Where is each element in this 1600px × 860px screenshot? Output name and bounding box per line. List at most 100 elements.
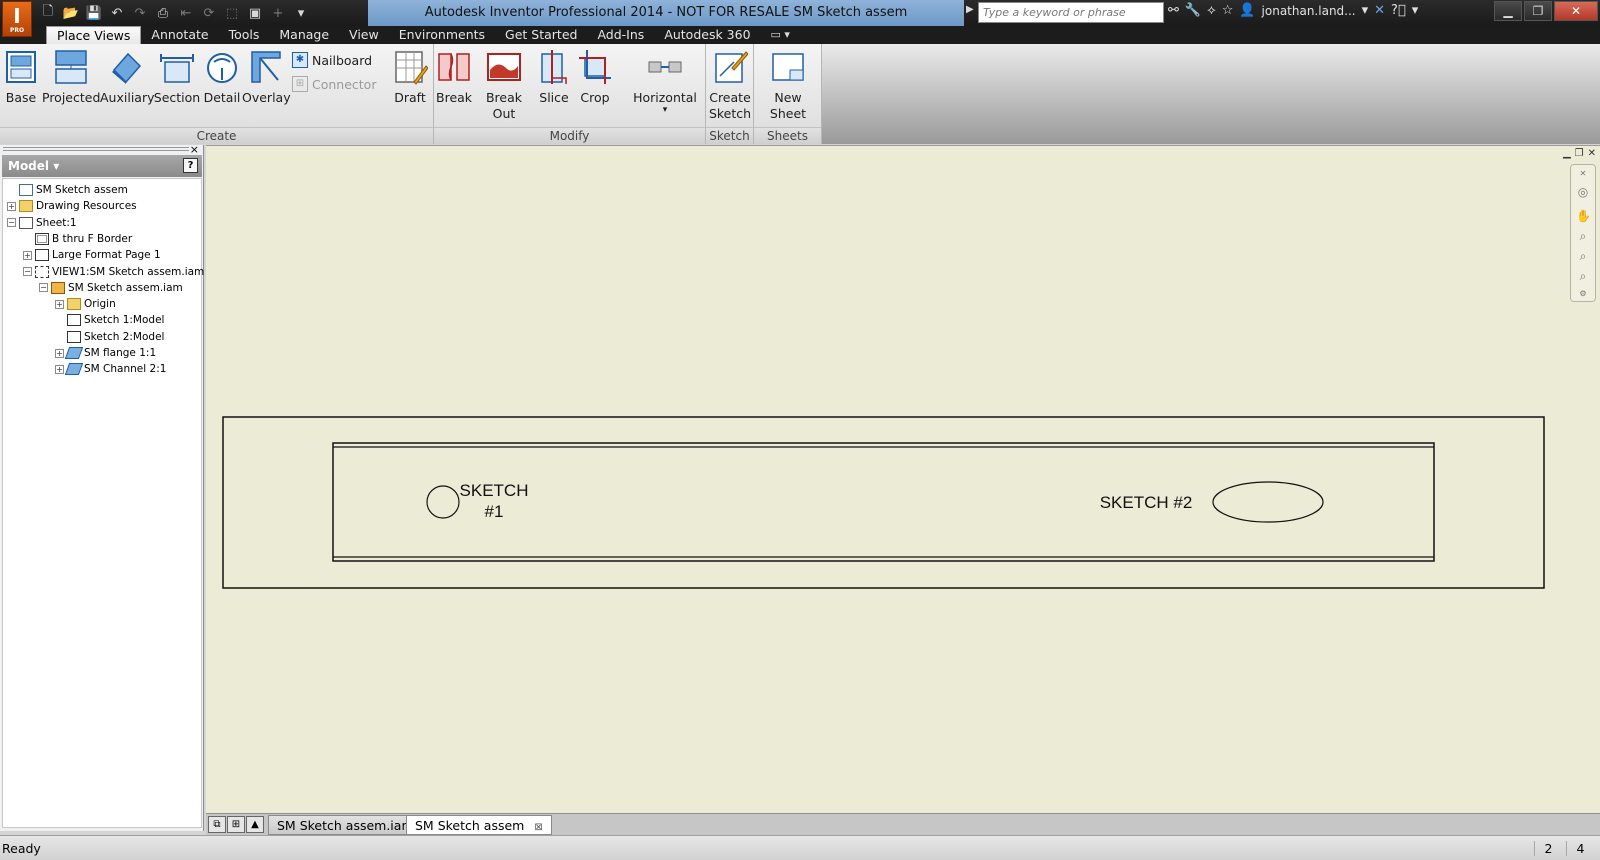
new-icon[interactable]: 🗋 (38, 3, 58, 23)
search-input[interactable]: Type a keyword or phrase (978, 2, 1164, 23)
cascade-windows-icon[interactable]: ⧉ (208, 816, 226, 833)
new-sheet-label: New Sheet (769, 90, 807, 121)
slice-button[interactable]: Slice (536, 46, 572, 126)
app-logo-edition: PRO (9, 27, 25, 34)
user-name[interactable]: jonathan.land... (1262, 4, 1356, 18)
tree-expander-icon[interactable]: + (7, 201, 16, 211)
redo-icon[interactable]: ↷ (130, 3, 150, 23)
doc-tab-drawing[interactable]: SM Sketch assem ⊠ (406, 815, 552, 835)
tree-expander-icon[interactable]: − (7, 218, 16, 228)
tree-item[interactable]: + SM flange 1:1 (55, 345, 156, 361)
browser-help-icon[interactable]: ? (183, 158, 198, 173)
tree-expander-icon[interactable]: − (23, 267, 32, 276)
tab-get-started[interactable]: Get Started (495, 26, 587, 44)
crop-button[interactable]: Crop (576, 46, 614, 126)
tab-tools[interactable]: Tools (219, 26, 270, 44)
tab-place-views[interactable]: Place Views (46, 26, 142, 44)
help-caret-icon[interactable]: ▾ (1412, 3, 1419, 18)
appearance-icon[interactable]: ▣ (245, 3, 265, 23)
restore-button[interactable]: ❐ (1524, 1, 1552, 21)
border-icon (35, 232, 49, 245)
overlay-view-button[interactable]: Overlay (242, 46, 291, 126)
browser-drag-grip[interactable] (3, 147, 189, 151)
auxiliary-view-icon (112, 52, 142, 84)
panel-sheets-title: Sheets (754, 127, 821, 144)
tree-item[interactable]: − Sheet:1 (7, 215, 77, 231)
new-sheet-button[interactable]: New Sheet (756, 46, 820, 126)
tile-windows-icon[interactable]: ⊞ (227, 816, 245, 833)
search-expand-icon[interactable]: ▶ (966, 4, 974, 15)
doc-tab-close-icon[interactable]: ⊠ (534, 822, 542, 833)
exchange-x-icon[interactable]: ✕ (1374, 3, 1385, 18)
add-icon[interactable]: + (268, 3, 288, 23)
tree-item[interactable]: + Drawing Resources (7, 198, 137, 214)
quick-access-toolbar: 🗋 📂 💾 ↶ ↷ ⎙ ⇤ ⟳ ⬚ ▣ + ▾ (38, 3, 311, 23)
tree-item[interactable]: Sketch 2:Model (55, 329, 164, 345)
undo-icon[interactable]: ↶ (107, 3, 127, 23)
break-out-button[interactable]: Break Out (474, 46, 534, 126)
select-icon[interactable]: ⬚ (222, 3, 242, 23)
tree-item[interactable]: SM Sketch assem (7, 182, 128, 198)
connector-button[interactable]: ⊞ Connector (292, 74, 376, 94)
tree-item[interactable]: Sketch 1:Model (55, 312, 164, 328)
doc-tab-drawing-label: SM Sketch assem (415, 818, 525, 833)
create-sketch-button[interactable]: Create Sketch (708, 46, 752, 126)
open-icon[interactable]: 📂 (61, 3, 81, 23)
tree-item-label: Sketch 1:Model (84, 314, 165, 327)
horizontal-align-button[interactable]: Horizontal ▾ (632, 46, 698, 126)
customize-qat-icon[interactable]: ▾ (291, 3, 311, 23)
tab-manage[interactable]: Manage (269, 26, 339, 44)
minimize-button[interactable]: ▁ (1494, 1, 1522, 21)
tree-expander-icon[interactable]: + (55, 299, 64, 309)
return-icon[interactable]: ⇤ (176, 3, 196, 23)
create-sketch-label-line1: Create (709, 90, 751, 105)
tree-item[interactable]: − SM Sketch assem.iam (39, 280, 183, 296)
detail-view-button[interactable]: Detail (202, 46, 242, 126)
browser-header[interactable]: Model ▾ ? (2, 155, 202, 177)
favorites-star-icon[interactable]: ☆ (1222, 3, 1234, 18)
tab-view[interactable]: View (339, 26, 389, 44)
ribbon-display-toggle[interactable]: ▭ ▾ (761, 26, 800, 44)
tab-annotate[interactable]: Annotate (141, 26, 218, 44)
nailboard-label: Nailboard (312, 52, 373, 68)
user-icon[interactable]: 👤 (1239, 3, 1255, 18)
binoculars-icon[interactable]: ⚯ (1168, 3, 1179, 18)
tree-expander-icon[interactable]: + (55, 364, 64, 374)
tree-item-label: Origin (84, 298, 116, 311)
print-icon[interactable]: ⎙ (153, 3, 173, 23)
status-text: Ready (2, 841, 41, 856)
section-view-button[interactable]: Section (152, 46, 202, 126)
draft-button[interactable]: Draft (388, 46, 432, 126)
save-icon[interactable]: 💾 (84, 3, 104, 23)
help-icon[interactable]: ?⃝ (1391, 3, 1406, 18)
tree-expander-icon[interactable]: − (39, 283, 48, 293)
update-icon[interactable]: ⟳ (199, 3, 219, 23)
close-window-button[interactable]: ✕ (1554, 1, 1598, 21)
projected-view-button[interactable]: Projected (42, 46, 100, 126)
tab-autodesk-360[interactable]: Autodesk 360 (654, 26, 760, 44)
folder-icon (19, 200, 33, 213)
base-view-button[interactable]: Base (2, 46, 40, 126)
break-button[interactable]: Break (436, 46, 472, 126)
tab-add-ins[interactable]: Add-Ins (587, 26, 654, 44)
tree-item[interactable]: B thru F Border (23, 231, 132, 247)
tree-item[interactable]: + SM Channel 2:1 (55, 361, 166, 377)
tree-item-label: Sketch 2:Model (84, 330, 165, 343)
tree-expander-icon[interactable]: + (23, 250, 32, 260)
subscription-icon[interactable]: ⟡ (1207, 3, 1216, 18)
nailboard-button[interactable]: ✱ Nailboard (292, 50, 372, 70)
tree-item[interactable]: − VIEW1:SM Sketch assem.iam (23, 264, 204, 280)
tree-item[interactable]: + Large Format Page 1 (23, 247, 161, 263)
doc-tab-assembly[interactable]: SM Sketch assem.iam (268, 815, 423, 835)
auxiliary-view-label: Auxiliary (100, 90, 155, 105)
open-documents-menu-icon[interactable]: ▲ (246, 816, 264, 833)
wrench-icon[interactable]: 🔧 (1185, 3, 1201, 18)
application-menu-button[interactable]: I PRO (2, 1, 32, 37)
auxiliary-view-button[interactable]: Auxiliary (100, 46, 155, 126)
tree-item[interactable]: + Origin (55, 296, 116, 312)
user-caret-icon[interactable]: ▾ (1362, 3, 1369, 18)
tree-expander-icon[interactable]: + (55, 348, 64, 358)
graphics-window[interactable]: ▁ ❐ ✕ ✕ ◎ ✋ ⌕ ⌕ ⌕ ⚙ SKETCH #1 SKETCH #2 (206, 145, 1600, 813)
browser-mode-label[interactable]: Model ▾ (8, 159, 59, 173)
tab-environments[interactable]: Environments (389, 26, 495, 44)
